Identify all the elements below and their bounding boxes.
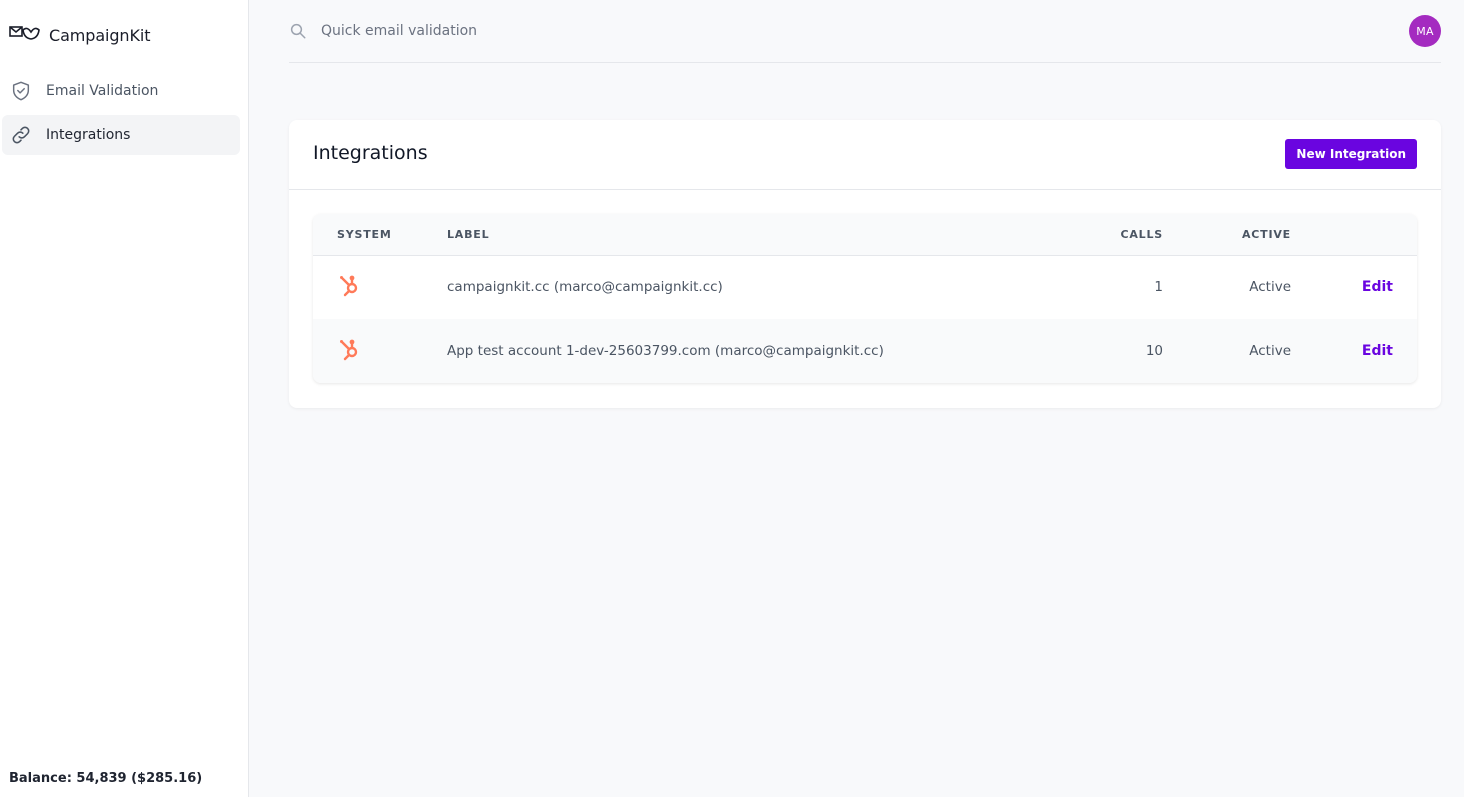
integrations-card: Integrations New Integration SYSTEM LABE… bbox=[289, 120, 1441, 408]
sidebar-item-email-validation[interactable]: Email Validation bbox=[2, 71, 240, 111]
integrations-table: SYSTEM LABEL CALLS ACTIVE campaignkit.cc… bbox=[313, 214, 1417, 383]
edit-link[interactable]: Edit bbox=[1362, 279, 1393, 295]
new-integration-button[interactable]: New Integration bbox=[1285, 139, 1417, 169]
column-header-label[interactable]: LABEL bbox=[447, 214, 1063, 255]
system-cell bbox=[313, 255, 447, 319]
sidebar-item-label: Email Validation bbox=[46, 83, 159, 99]
search-icon bbox=[289, 22, 307, 44]
envelope-bird-logo-icon bbox=[9, 24, 41, 46]
status-cell: Active bbox=[1249, 279, 1291, 296]
sidebar-item-integrations[interactable]: Integrations bbox=[2, 115, 240, 155]
action-cell: Edit bbox=[1291, 319, 1417, 383]
table-row[interactable]: App test account 1-dev-25603799.com (mar… bbox=[313, 319, 1417, 383]
column-header-actions bbox=[1291, 214, 1417, 255]
table-header-row: SYSTEM LABEL CALLS ACTIVE bbox=[313, 214, 1417, 255]
sidebar-item-label: Integrations bbox=[46, 127, 131, 143]
search-input[interactable] bbox=[321, 18, 1021, 44]
topbar: MA bbox=[289, 0, 1441, 63]
card-header: Integrations New Integration bbox=[289, 120, 1441, 190]
avatar[interactable]: MA bbox=[1409, 15, 1441, 47]
column-header-system[interactable]: SYSTEM bbox=[313, 214, 447, 255]
calls-cell: 1 bbox=[1154, 279, 1163, 296]
brand[interactable]: CampaignKit bbox=[9, 22, 150, 48]
page-title: Integrations bbox=[313, 142, 428, 164]
brand-name: CampaignKit bbox=[49, 25, 151, 45]
hubspot-icon bbox=[337, 273, 361, 297]
shield-check-icon bbox=[10, 80, 32, 102]
label-cell: campaignkit.cc (marco@campaignkit.cc) bbox=[447, 279, 723, 296]
hubspot-icon bbox=[337, 337, 361, 361]
calls-cell: 10 bbox=[1145, 343, 1163, 359]
table-row[interactable]: campaignkit.cc (marco@campaignkit.cc) 1 … bbox=[313, 255, 1417, 319]
column-header-calls[interactable]: CALLS bbox=[1063, 214, 1163, 255]
label-cell: App test account 1-dev-25603799.com (mar… bbox=[447, 343, 884, 359]
edit-link[interactable]: Edit bbox=[1362, 343, 1393, 359]
sidebar: CampaignKit Email Validation Integration… bbox=[0, 0, 249, 797]
action-cell: Edit bbox=[1291, 255, 1417, 319]
link-icon bbox=[10, 124, 32, 146]
status-cell: Active bbox=[1249, 343, 1291, 359]
system-cell bbox=[313, 319, 447, 383]
balance-label: Balance: 54,839 ($285.16) bbox=[9, 771, 203, 786]
column-header-active[interactable]: ACTIVE bbox=[1163, 214, 1291, 255]
